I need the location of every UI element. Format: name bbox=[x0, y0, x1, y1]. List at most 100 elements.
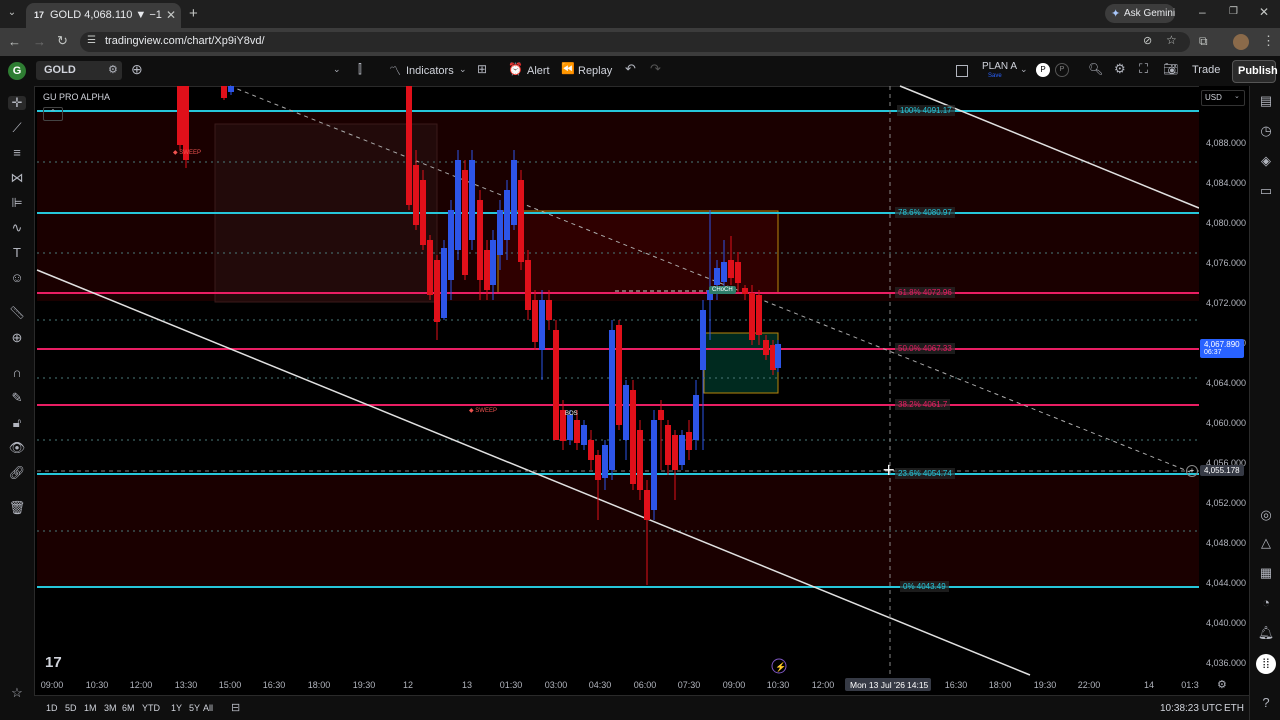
candle-body bbox=[553, 330, 559, 440]
candle-body bbox=[609, 330, 615, 470]
range-All[interactable]: All bbox=[203, 703, 213, 713]
candle-body bbox=[775, 344, 781, 368]
tradingview-logo-icon: 17 bbox=[45, 654, 62, 671]
candle-body bbox=[749, 293, 755, 340]
candle-body bbox=[539, 300, 545, 350]
price-tick: 4,076.000 bbox=[1206, 258, 1247, 268]
fib-level-label: 78.6% 4080.97 bbox=[895, 207, 955, 218]
price-tick: 4,052.000 bbox=[1206, 498, 1247, 508]
time-tick: 18:00 bbox=[988, 680, 1012, 690]
time-tick: 09:00 bbox=[722, 680, 746, 690]
range-1D[interactable]: 1D bbox=[46, 703, 58, 713]
range-3M[interactable]: 3M bbox=[104, 703, 117, 713]
time-tick: 10:30 bbox=[85, 680, 109, 690]
time-tick: 01:30 bbox=[499, 680, 523, 690]
candle-body bbox=[484, 250, 490, 290]
axis-settings-icon[interactable]: ⚙ bbox=[1217, 678, 1227, 691]
candle-body bbox=[427, 240, 433, 295]
price-tick: 4,088.000 bbox=[1206, 138, 1247, 148]
time-tick: 19:30 bbox=[1033, 680, 1057, 690]
range-1M[interactable]: 1M bbox=[84, 703, 97, 713]
fib-level-label: 50.0% 4067.33 bbox=[895, 343, 955, 354]
time-tick: 16:30 bbox=[262, 680, 286, 690]
candle-body bbox=[658, 410, 664, 420]
candle-body bbox=[623, 385, 629, 440]
time-tick: 01:3 bbox=[1181, 680, 1199, 690]
time-tick: 22:00 bbox=[1077, 680, 1101, 690]
candle-body bbox=[448, 210, 454, 280]
currency-dropdown-icon: ⌄ bbox=[1234, 93, 1240, 100]
candle-body bbox=[455, 160, 461, 250]
candle-body bbox=[630, 390, 636, 484]
candle-body bbox=[525, 260, 531, 310]
candle-body bbox=[644, 490, 650, 520]
candle-body bbox=[581, 425, 587, 445]
candle-body bbox=[651, 420, 657, 510]
candle-body bbox=[477, 200, 483, 280]
candle-body bbox=[546, 300, 552, 320]
candle-body bbox=[518, 180, 524, 262]
candle-body bbox=[693, 395, 699, 440]
currency-select[interactable]: USD ⌄ bbox=[1201, 90, 1245, 106]
utc-clock[interactable]: 10:38:23 UTC bbox=[1160, 703, 1222, 714]
candle-body bbox=[406, 86, 412, 205]
crosshair-cursor-icon: + bbox=[882, 460, 895, 479]
candle-body bbox=[420, 180, 426, 245]
time-tick: 12 bbox=[402, 680, 414, 690]
candle-body bbox=[735, 262, 741, 283]
sweep-label-2: ◆ SWEEP bbox=[469, 408, 497, 414]
fib-level-label: 100% 4091.17 bbox=[897, 105, 955, 116]
bottom-toolbar: 1D 5D 1M 3M 6M YTD 1Y 5Y All ⊟ 10:38:23 UTC ETH bbox=[34, 695, 1249, 720]
price-tick: 4,080.000 bbox=[1206, 218, 1247, 228]
candle-body bbox=[221, 86, 227, 98]
candle-body bbox=[714, 268, 720, 285]
candle-body bbox=[441, 248, 447, 318]
candle-body bbox=[567, 415, 573, 440]
price-tick: 4,084.000 bbox=[1206, 178, 1247, 188]
candle-body bbox=[721, 262, 727, 282]
time-tick: 06:00 bbox=[633, 680, 657, 690]
candle-body bbox=[511, 160, 517, 225]
candle-body bbox=[462, 170, 468, 275]
sweep-label-1: ◆ SWEEP bbox=[173, 150, 201, 156]
candle-body bbox=[763, 340, 769, 355]
candle-body bbox=[700, 310, 706, 370]
price-tick: 4,048.000 bbox=[1206, 538, 1247, 548]
add-alert-plus-icon[interactable]: + bbox=[1186, 465, 1198, 477]
time-tick: 15:00 bbox=[218, 680, 242, 690]
candle-body bbox=[756, 295, 762, 335]
legend-collapse-icon[interactable]: ⌃ bbox=[43, 107, 63, 121]
price-tick: 4,036.000 bbox=[1206, 658, 1247, 668]
range-5Y[interactable]: 5Y bbox=[189, 703, 200, 713]
range-5D[interactable]: 5D bbox=[65, 703, 77, 713]
price-tick: 4,064.000 bbox=[1206, 378, 1247, 388]
candle-body bbox=[504, 190, 510, 240]
bar-countdown: 06:37 bbox=[1204, 349, 1222, 356]
time-tick: 13 bbox=[461, 680, 473, 690]
fib-level-label: 23.6% 4054.74 bbox=[895, 468, 955, 479]
candle-body bbox=[665, 425, 671, 465]
price-tick: 4,060.000 bbox=[1206, 418, 1247, 428]
time-tick: 03:00 bbox=[544, 680, 568, 690]
chart-canvas[interactable]: + 17 ⚡ bbox=[0, 0, 1280, 720]
crosshair-price: 4,055.178 bbox=[1204, 466, 1240, 475]
range-YTD[interactable]: YTD bbox=[142, 703, 160, 713]
range-1Y[interactable]: 1Y bbox=[171, 703, 182, 713]
crosshair-time-badge: Mon 13 Jul '26 14:15 bbox=[845, 678, 931, 691]
candle-body bbox=[413, 165, 419, 225]
candle-body bbox=[742, 288, 748, 294]
time-tick: 10:30 bbox=[766, 680, 790, 690]
fib-level-label: 61.8% 4072.96 bbox=[895, 287, 955, 298]
crosshair-price-badge: 4,055.178 bbox=[1200, 465, 1244, 476]
candle-body bbox=[672, 435, 678, 470]
candle-body bbox=[490, 240, 496, 285]
time-tick: 04:30 bbox=[588, 680, 612, 690]
range-6M[interactable]: 6M bbox=[122, 703, 135, 713]
price-tick: 4,072.000 bbox=[1206, 298, 1247, 308]
candle-body bbox=[595, 455, 601, 480]
candle-body bbox=[588, 440, 594, 460]
candle-body bbox=[177, 86, 183, 145]
indicator-legend[interactable]: GU PRO ALPHA bbox=[43, 92, 110, 102]
session-label[interactable]: ETH bbox=[1224, 703, 1244, 714]
date-range-icon[interactable]: ⊟ bbox=[231, 701, 240, 714]
